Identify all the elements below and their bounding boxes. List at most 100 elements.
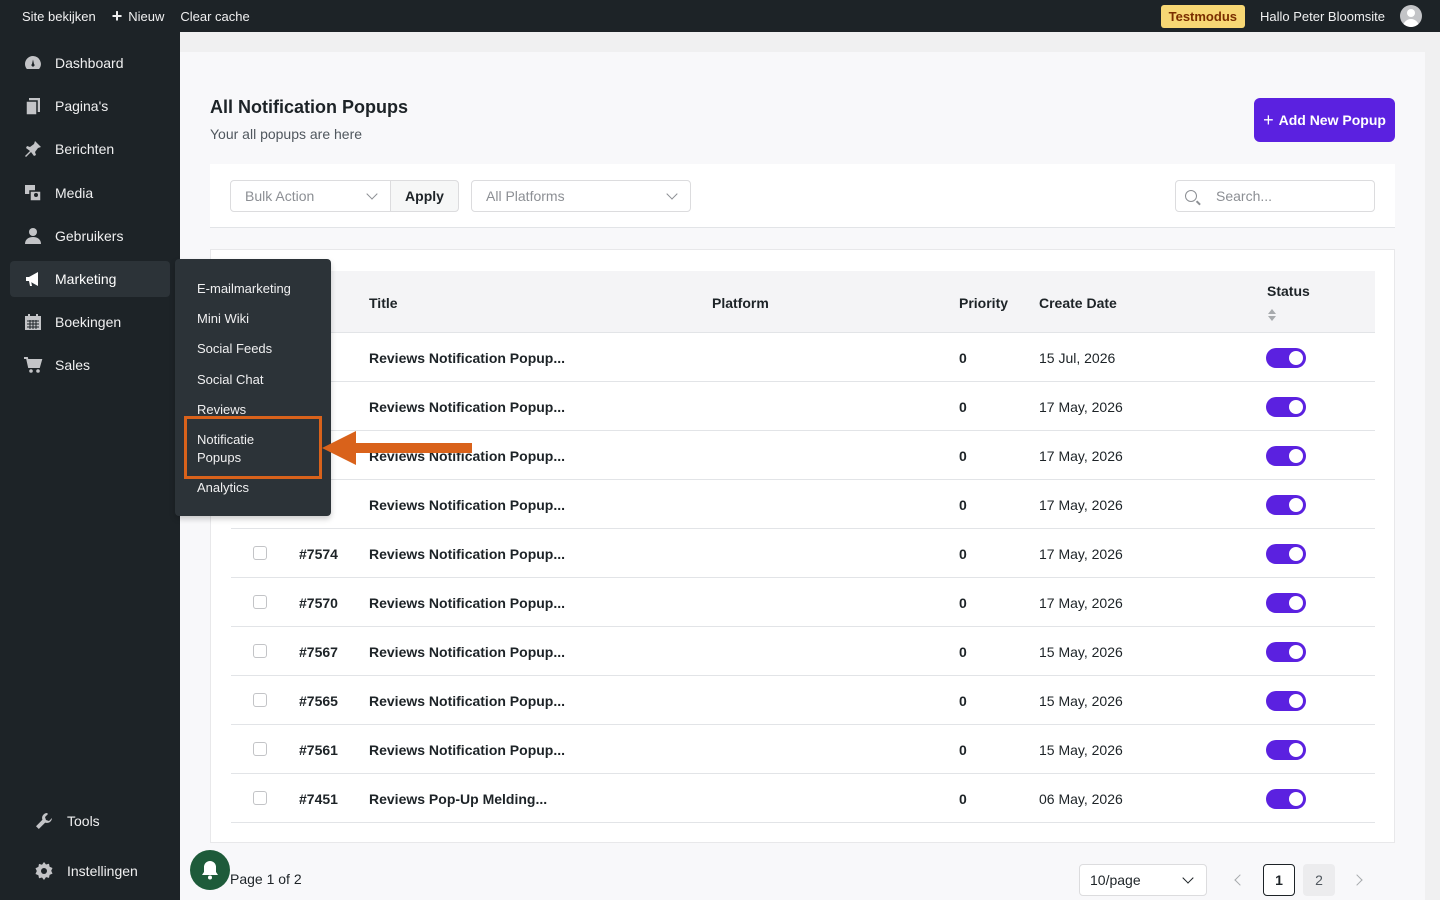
sidebar-item-dashboard[interactable]: Dashboard bbox=[10, 45, 170, 81]
row-create-date: 17 May, 2026 bbox=[1039, 546, 1123, 562]
search-icon bbox=[1185, 190, 1197, 202]
row-title[interactable]: Reviews Notification Popup... bbox=[369, 448, 565, 464]
column-status[interactable]: Status bbox=[1267, 283, 1310, 299]
row-create-date: 17 May, 2026 bbox=[1039, 399, 1123, 415]
row-priority: 0 bbox=[959, 791, 967, 807]
row-priority: 0 bbox=[959, 350, 967, 366]
sidebar-item-pages[interactable]: Pagina's bbox=[10, 88, 170, 124]
status-toggle[interactable] bbox=[1266, 446, 1306, 466]
popups-table: Title Platform Priority Create Date Stat… bbox=[210, 249, 1395, 843]
apply-button[interactable]: Apply bbox=[390, 180, 459, 212]
calendar-icon bbox=[23, 312, 43, 332]
table-row: 2Reviews Notification Popup...017 May, 2… bbox=[231, 431, 1375, 480]
submenu-mini-wiki[interactable]: Mini Wiki bbox=[175, 308, 331, 338]
submenu-email-marketing[interactable]: E-mailmarketing bbox=[175, 278, 331, 308]
add-new-popup-button[interactable]: + Add New Popup bbox=[1254, 98, 1395, 142]
bulk-action-select[interactable]: Bulk Action bbox=[230, 180, 391, 212]
row-title[interactable]: Reviews Notification Popup... bbox=[369, 693, 565, 709]
dashboard-icon bbox=[23, 53, 43, 73]
page-subtitle: Your all popups are here bbox=[210, 126, 363, 142]
submenu-social-feeds[interactable]: Social Feeds bbox=[175, 338, 331, 368]
column-create-date[interactable]: Create Date bbox=[1039, 295, 1117, 311]
row-checkbox[interactable] bbox=[253, 595, 267, 609]
status-toggle[interactable] bbox=[1266, 691, 1306, 711]
sidebar-item-label: Dashboard bbox=[55, 55, 124, 71]
row-title[interactable]: Reviews Notification Popup... bbox=[369, 644, 565, 660]
table-row: 6Reviews Notification Popup...017 May, 2… bbox=[231, 382, 1375, 431]
avatar[interactable] bbox=[1400, 5, 1422, 27]
sidebar-item-label: Instellingen bbox=[67, 863, 138, 879]
sidebar-item-tools[interactable]: Tools bbox=[20, 806, 100, 836]
row-create-date: 15 Jul, 2026 bbox=[1039, 350, 1116, 366]
page-button-1[interactable]: 1 bbox=[1263, 864, 1295, 896]
sidebar-item-label: Media bbox=[55, 185, 94, 201]
pages-icon bbox=[23, 96, 43, 116]
row-title[interactable]: Reviews Notification Popup... bbox=[369, 546, 565, 562]
bell-button[interactable] bbox=[190, 850, 230, 890]
per-page-value: 10/page bbox=[1090, 872, 1141, 888]
status-toggle[interactable] bbox=[1266, 740, 1306, 760]
submenu-social-chat[interactable]: Social Chat bbox=[175, 369, 331, 399]
view-site-link[interactable]: Site bekijken bbox=[15, 0, 103, 32]
submenu-notification-popups[interactable]: Notificatie Popups bbox=[175, 429, 305, 477]
page-button-2[interactable]: 2 bbox=[1303, 864, 1335, 896]
row-title[interactable]: Reviews Notification Popup... bbox=[369, 595, 565, 611]
bell-icon bbox=[202, 861, 218, 880]
submenu-analytics[interactable]: Analytics bbox=[175, 477, 331, 507]
row-checkbox[interactable] bbox=[253, 546, 267, 560]
page-info: Page 1 of 2 bbox=[230, 871, 302, 887]
user-greeting[interactable]: Hallo Peter Bloomsite bbox=[1253, 0, 1392, 32]
row-create-date: 17 May, 2026 bbox=[1039, 448, 1123, 464]
status-toggle[interactable] bbox=[1266, 348, 1306, 368]
test-mode-badge[interactable]: Testmodus bbox=[1160, 4, 1245, 28]
megaphone-icon bbox=[23, 269, 43, 289]
row-checkbox[interactable] bbox=[253, 693, 267, 707]
sidebar-item-bookings[interactable]: Boekingen bbox=[10, 304, 170, 340]
sidebar-item-sales[interactable]: Sales bbox=[10, 347, 170, 383]
prev-page-icon[interactable] bbox=[1234, 874, 1246, 886]
status-toggle[interactable] bbox=[1266, 495, 1306, 515]
sort-icon[interactable] bbox=[1267, 309, 1277, 323]
row-checkbox[interactable] bbox=[253, 791, 267, 805]
plus-icon: + bbox=[111, 6, 123, 26]
sidebar-item-label: Gebruikers bbox=[55, 228, 124, 244]
status-toggle[interactable] bbox=[1266, 642, 1306, 662]
platform-select[interactable]: All Platforms bbox=[471, 180, 691, 212]
new-content-label: Nieuw bbox=[128, 8, 165, 24]
row-checkbox[interactable] bbox=[253, 644, 267, 658]
column-priority[interactable]: Priority bbox=[959, 295, 1008, 311]
submenu-reviews[interactable]: Reviews bbox=[175, 399, 331, 429]
sidebar-item-settings[interactable]: Instellingen bbox=[20, 856, 138, 886]
column-platform[interactable]: Platform bbox=[712, 295, 769, 311]
row-title[interactable]: Reviews Notification Popup... bbox=[369, 399, 565, 415]
clear-cache-link[interactable]: Clear cache bbox=[173, 0, 256, 32]
status-toggle[interactable] bbox=[1266, 544, 1306, 564]
row-priority: 0 bbox=[959, 497, 967, 513]
row-title[interactable]: Reviews Pop-Up Melding... bbox=[369, 791, 547, 807]
row-priority: 0 bbox=[959, 595, 967, 611]
status-toggle[interactable] bbox=[1266, 593, 1306, 613]
sidebar-item-posts[interactable]: Berichten bbox=[10, 131, 170, 167]
status-toggle[interactable] bbox=[1266, 789, 1306, 809]
cart-icon bbox=[23, 355, 43, 375]
row-title[interactable]: Reviews Notification Popup... bbox=[369, 742, 565, 758]
column-title[interactable]: Title bbox=[369, 295, 398, 311]
sidebar-item-label: Sales bbox=[55, 357, 91, 373]
row-checkbox[interactable] bbox=[253, 742, 267, 756]
new-content-link[interactable]: + Nieuw bbox=[105, 0, 172, 32]
row-title[interactable]: Reviews Notification Popup... bbox=[369, 497, 565, 513]
row-priority: 0 bbox=[959, 742, 967, 758]
status-toggle[interactable] bbox=[1266, 397, 1306, 417]
per-page-select[interactable]: 10/page bbox=[1079, 864, 1207, 896]
chevron-down-icon bbox=[366, 188, 378, 200]
chevron-down-icon bbox=[1182, 872, 1194, 884]
search-input[interactable] bbox=[1216, 188, 1366, 204]
sidebar-item-users[interactable]: Gebruikers bbox=[10, 218, 170, 254]
user-icon bbox=[23, 226, 43, 246]
platform-select-value: All Platforms bbox=[486, 188, 565, 204]
table-row: #7567 Reviews Notification Popup... 0 15 Ma… bbox=[231, 627, 1375, 676]
next-page-icon[interactable] bbox=[1351, 874, 1363, 886]
sidebar-item-marketing[interactable]: Marketing bbox=[10, 261, 170, 297]
sidebar-item-media[interactable]: Media bbox=[10, 175, 170, 211]
row-title[interactable]: Reviews Notification Popup... bbox=[369, 350, 565, 366]
